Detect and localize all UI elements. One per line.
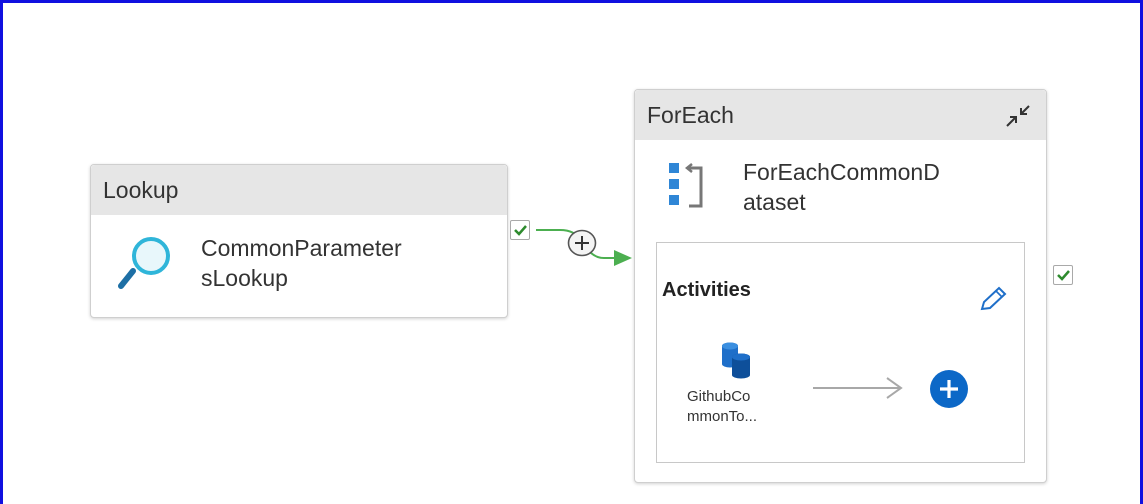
search-icon	[115, 233, 179, 293]
plus-circle-icon[interactable]	[567, 229, 597, 257]
checkmark-icon	[514, 225, 527, 236]
foreach-type-label: ForEach	[647, 101, 734, 128]
foreach-activity[interactable]: ForEach ForEachCommonD ataset Activities	[634, 89, 1047, 483]
checkmark-icon	[1057, 270, 1070, 281]
activities-container: Activities GithubCo mmonTo...	[656, 242, 1025, 463]
collapse-icon[interactable]	[1001, 100, 1035, 132]
lookup-type-label: Lookup	[103, 176, 179, 203]
foreach-activity-name: ForEachCommonD ataset	[743, 159, 940, 215]
foreach-success-output[interactable]	[1053, 265, 1073, 285]
foreach-header: ForEach	[635, 90, 1046, 140]
add-activity-icon[interactable]	[929, 369, 969, 409]
foreach-icon	[665, 160, 715, 214]
lookup-activity[interactable]: Lookup CommonParameter sLookup	[90, 164, 508, 318]
lookup-header: Lookup	[91, 165, 507, 215]
connector-arrowhead	[614, 250, 632, 266]
lookup-activity-name: CommonParameter sLookup	[201, 235, 402, 291]
database-icon	[719, 341, 755, 381]
lookup-success-output[interactable]	[510, 220, 530, 240]
activities-label: Activities	[662, 279, 751, 301]
child-arrow	[813, 377, 903, 399]
child-activity-name[interactable]: GithubCo mmonTo...	[687, 387, 757, 427]
pencil-icon[interactable]	[975, 285, 1009, 313]
